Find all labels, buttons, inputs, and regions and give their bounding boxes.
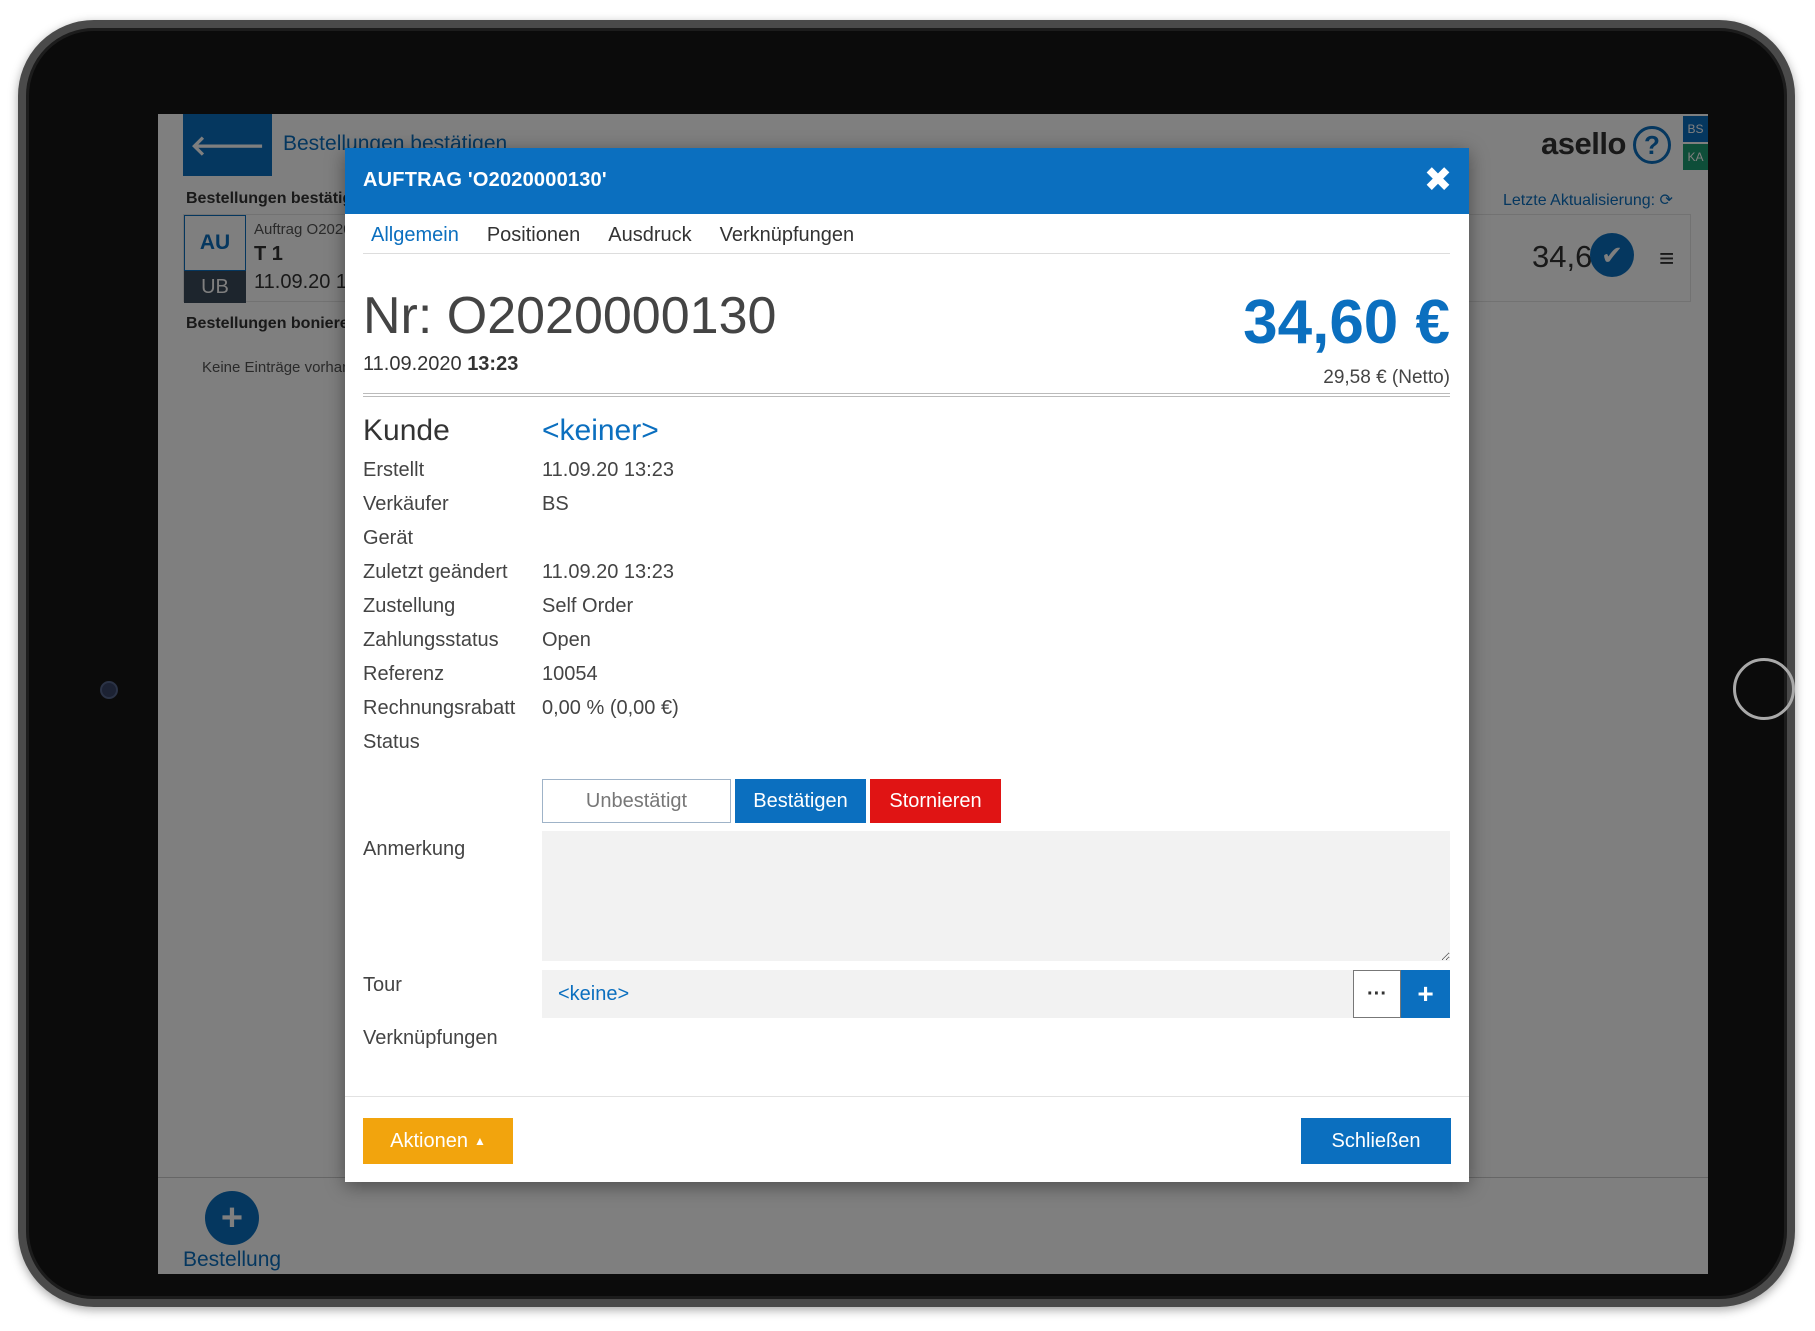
- links-label: Verknüpfungen: [363, 1027, 498, 1049]
- tour-add-button[interactable]: +: [1401, 970, 1450, 1018]
- order-date: 11.09.2020: [363, 353, 462, 375]
- tab-ausdruck[interactable]: Ausdruck: [600, 220, 693, 253]
- close-button[interactable]: Schließen: [1301, 1118, 1451, 1164]
- caret-up-icon: ▲: [473, 1134, 486, 1148]
- close-icon[interactable]: ✖: [1420, 161, 1456, 199]
- delivery-value: Self Order: [542, 595, 634, 617]
- status-label: Status: [363, 731, 420, 753]
- order-datetime: 11.09.2020 13:23: [363, 353, 518, 376]
- seller-value: BS: [542, 493, 569, 515]
- status-cancel-button[interactable]: Stornieren: [870, 779, 1001, 823]
- remark-label: Anmerkung: [363, 838, 466, 860]
- created-label: Erstellt: [363, 459, 425, 481]
- order-netto: 29,58 € (Netto): [1323, 367, 1450, 388]
- customer-label: Kunde: [363, 414, 450, 447]
- tab-verknuepfungen[interactable]: Verknüpfungen: [712, 220, 857, 253]
- order-total: 34,60 €: [1243, 288, 1450, 357]
- discount-label: Rechnungsrabatt: [363, 697, 516, 719]
- payment-value: Open: [542, 629, 591, 651]
- camera-icon: [100, 681, 118, 699]
- order-time: 13:23: [467, 353, 519, 375]
- tab-allgemein[interactable]: Allgemein: [363, 220, 461, 253]
- customer-link[interactable]: <keiner>: [542, 414, 659, 448]
- modal-tabs: Allgemein Positionen Ausdruck Verknüpfun…: [363, 220, 1450, 254]
- footer-divider: [345, 1096, 1469, 1097]
- changed-value: 11.09.20 13:23: [542, 561, 674, 583]
- divider: [363, 393, 1450, 397]
- created-value: 11.09.20 13:23: [542, 459, 674, 481]
- tour-field[interactable]: <keine>: [542, 970, 1360, 1018]
- payment-label: Zahlungsstatus: [363, 629, 499, 651]
- status-confirm-button[interactable]: Bestätigen: [735, 779, 866, 823]
- tour-label: Tour: [363, 974, 402, 996]
- delivery-label: Zustellung: [363, 595, 456, 617]
- remark-textarea[interactable]: [542, 831, 1450, 961]
- modal-header: AUFTRAG 'O2020000130' ✖: [345, 148, 1469, 214]
- actions-label: Aktionen: [390, 1129, 468, 1152]
- device-label: Gerät: [363, 527, 414, 549]
- order-modal: AUFTRAG 'O2020000130' ✖ Allgemein Positi…: [345, 148, 1469, 1182]
- actions-button[interactable]: Aktionen ▲: [363, 1118, 513, 1164]
- discount-value: 0,00 % (0,00 €): [542, 697, 679, 719]
- status-unconfirmed-button[interactable]: Unbestätigt: [542, 779, 731, 823]
- reference-label: Referenz: [363, 663, 445, 685]
- modal-title: AUFTRAG 'O2020000130': [363, 169, 607, 191]
- order-number: Nr: O2020000130: [363, 287, 777, 345]
- seller-label: Verkäufer: [363, 493, 449, 515]
- tab-positionen[interactable]: Positionen: [479, 220, 582, 253]
- changed-label: Zuletzt geändert: [363, 561, 508, 583]
- home-button[interactable]: [1733, 658, 1795, 720]
- tour-more-button[interactable]: ···: [1353, 970, 1401, 1018]
- reference-value: 10054: [542, 663, 598, 685]
